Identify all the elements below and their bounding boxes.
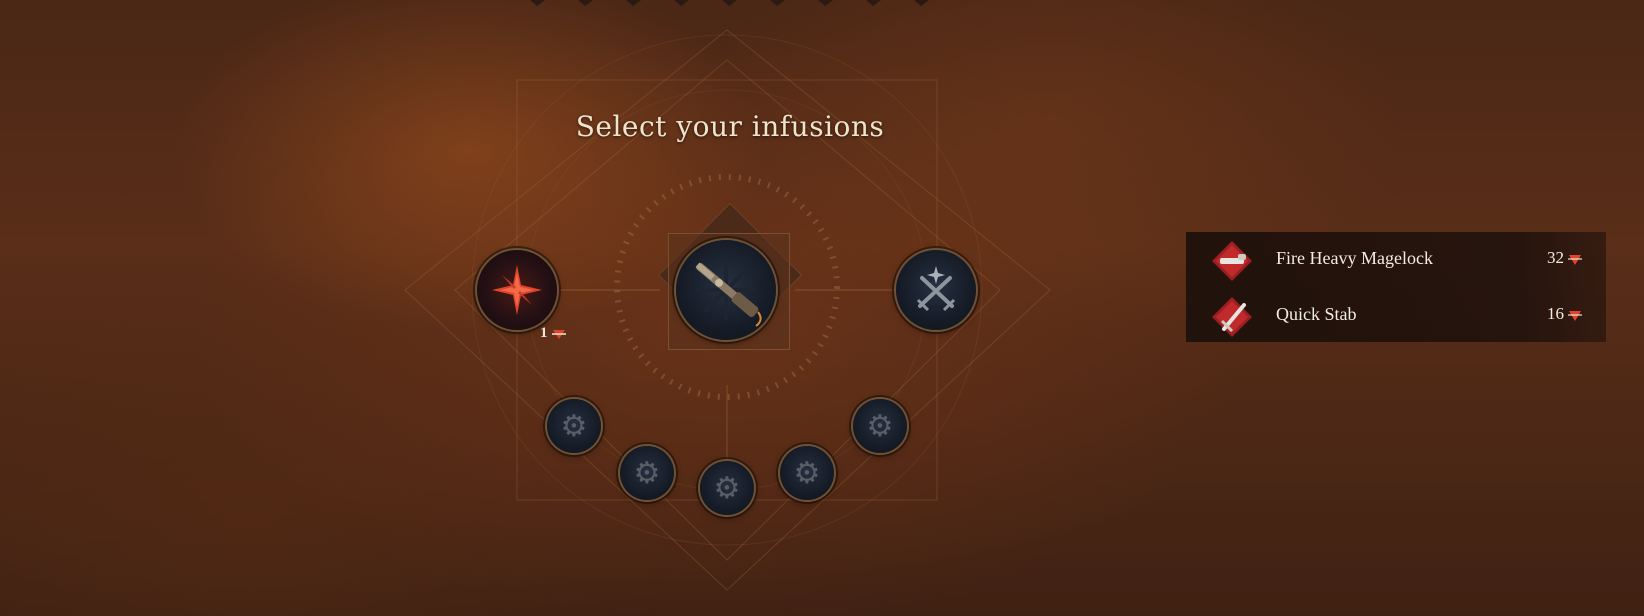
left-infusion-count: 1 (540, 325, 567, 342)
right-weapon-slot[interactable] (896, 250, 976, 330)
list-item-fire-heavy-magelock[interactable]: Fire Heavy Magelock 32 (1186, 232, 1606, 288)
dagger-icon (1212, 297, 1252, 337)
magelock-icon (1212, 241, 1252, 281)
list-item-cost: 16 (1547, 304, 1564, 323)
gear-icon: ⚙ (560, 408, 588, 444)
center-weapon-slot[interactable] (676, 240, 776, 340)
infusion-cost-icon (552, 329, 567, 339)
infusion-list-panel: Fire Heavy Magelock 32 Quick Stab 16 (1186, 232, 1606, 342)
red-star-burst-icon (492, 265, 542, 315)
gear-icon: ⚙ (866, 408, 894, 444)
gear-icon: ⚙ (793, 455, 821, 491)
page-title: Select your infusions (575, 110, 885, 143)
list-item-label: Fire Heavy Magelock (1276, 248, 1433, 268)
red-shard-icon (1568, 311, 1582, 321)
red-shard-icon (1568, 255, 1582, 265)
left-infusion-slot[interactable] (477, 250, 557, 330)
gear-slot-5[interactable]: ⚙ (853, 399, 907, 453)
list-item-label: Quick Stab (1276, 304, 1357, 324)
list-item-quick-stab[interactable]: Quick Stab 16 (1186, 288, 1606, 344)
gear-slot-3[interactable]: ⚙ (700, 461, 754, 515)
gear-icon: ⚙ (713, 470, 741, 506)
count-value: 1 (540, 325, 548, 341)
magelock-rifle-icon (695, 260, 762, 327)
list-item-cost: 32 (1547, 248, 1564, 267)
gear-slot-2[interactable]: ⚙ (620, 446, 674, 500)
gear-slot-4[interactable]: ⚙ (780, 446, 834, 500)
gear-icon: ⚙ (633, 455, 661, 491)
crossed-swords-icon (916, 266, 956, 312)
gear-slot-1[interactable]: ⚙ (547, 399, 601, 453)
